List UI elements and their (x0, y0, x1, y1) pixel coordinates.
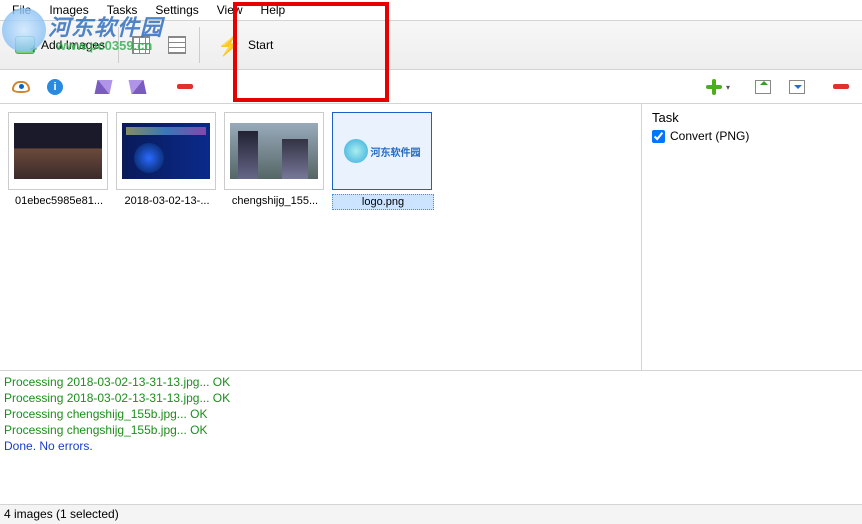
thumb-caption: 2018-03-02-13-... (116, 194, 218, 208)
menu-images[interactable]: Images (41, 2, 96, 18)
plus-icon (705, 78, 723, 96)
thumb-frame: 河东软件园 (332, 112, 432, 190)
bolt-icon: ⚡ (217, 33, 242, 58)
thumbnail[interactable]: 01ebec5985e81... (8, 112, 110, 208)
task-item-label: Convert (PNG) (670, 129, 749, 143)
menu-file[interactable]: File (4, 2, 39, 18)
thumb-frame (8, 112, 108, 190)
thumbnail-panel[interactable]: 01ebec5985e81... 2018-03-02-13-... chengsh… (0, 104, 642, 370)
export-button[interactable] (782, 74, 812, 100)
thumb-caption: logo.png (332, 194, 434, 210)
start-button[interactable]: ⚡ Start (204, 26, 322, 64)
import-icon (755, 80, 771, 94)
thumbnail[interactable]: 河东软件园 logo.png (332, 112, 434, 210)
thumb-image (122, 123, 210, 179)
menu-tasks[interactable]: Tasks (99, 2, 146, 18)
import-button[interactable] (748, 74, 778, 100)
logo-image: 河东软件园 (344, 139, 421, 163)
menubar: File Images Tasks Settings View Help (0, 0, 862, 20)
eye-icon (12, 81, 30, 93)
thumb-caption: chengshijg_155... (224, 194, 326, 208)
thumbnail[interactable]: chengshijg_155... (224, 112, 326, 208)
list-icon (168, 36, 186, 54)
export-icon (789, 80, 805, 94)
task-checkbox[interactable] (652, 130, 665, 143)
status-text: 4 images (1 selected) (4, 507, 119, 521)
log-line: Done. No errors. (4, 439, 858, 453)
menu-view[interactable]: View (209, 2, 251, 18)
log-line: Processing chengshijg_155b.jpg... OK (4, 407, 858, 421)
task-header: Task (652, 110, 852, 125)
log-line: Processing 2018-03-02-13-31-13.jpg... OK (4, 375, 858, 389)
minus-icon (177, 84, 193, 89)
thumb-image (14, 123, 102, 179)
flip-h-button[interactable] (88, 74, 118, 100)
main-toolbar: Add Images ⚡ Start (0, 20, 862, 70)
menu-help[interactable]: Help (253, 2, 294, 18)
task-panel: Task Convert (PNG) (642, 104, 862, 370)
log-line: Processing chengshijg_155b.jpg... OK (4, 423, 858, 437)
start-label: Start (248, 38, 273, 52)
toolbar-separator (118, 27, 119, 63)
thumb-frame (116, 112, 216, 190)
thumb-image (230, 123, 318, 179)
flip-h-icon (94, 80, 112, 94)
flip-v-icon (128, 80, 146, 94)
view-button[interactable] (6, 74, 36, 100)
info-icon: i (47, 79, 63, 95)
minus-icon (833, 84, 849, 89)
remove-task-button[interactable] (826, 74, 856, 100)
list-view-button[interactable] (159, 26, 195, 64)
task-item[interactable]: Convert (PNG) (652, 129, 852, 143)
remove-button[interactable] (170, 74, 200, 100)
log-panel: Processing 2018-03-02-13-31-13.jpg... OK… (0, 370, 862, 498)
add-images-button[interactable]: Add Images (6, 26, 114, 64)
add-task-button[interactable] (694, 74, 734, 100)
thumbnail[interactable]: 2018-03-02-13-... (116, 112, 218, 208)
content-area: 01ebec5985e81... 2018-03-02-13-... chengsh… (0, 104, 862, 370)
grid-view-button[interactable] (123, 26, 159, 64)
flip-v-button[interactable] (122, 74, 152, 100)
toolbar-separator (199, 27, 200, 63)
secondary-toolbar: i (0, 70, 862, 104)
menu-settings[interactable]: Settings (147, 2, 206, 18)
status-bar: 4 images (1 selected) (0, 504, 862, 524)
thumb-frame (224, 112, 324, 190)
add-images-label: Add Images (41, 38, 105, 52)
add-images-icon (15, 36, 35, 54)
info-button[interactable]: i (40, 74, 70, 100)
thumb-caption: 01ebec5985e81... (8, 194, 110, 208)
log-line: Processing 2018-03-02-13-31-13.jpg... OK (4, 391, 858, 405)
grid-icon (132, 36, 150, 54)
